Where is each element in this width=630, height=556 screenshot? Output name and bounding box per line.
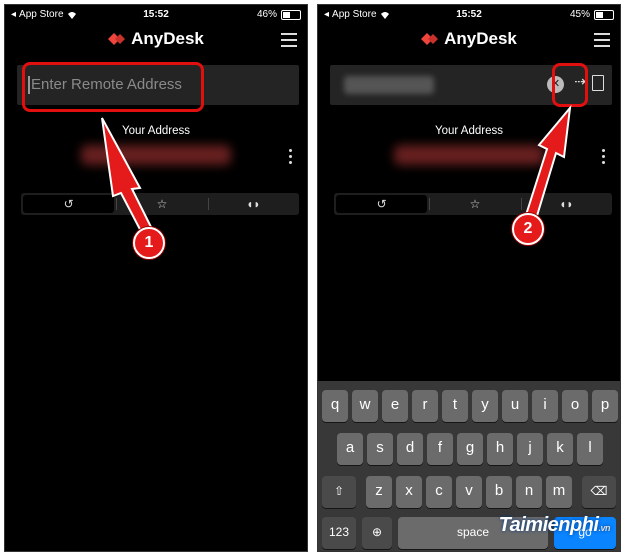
- key-h[interactable]: h: [487, 433, 513, 465]
- arrow-annotation-1: [101, 117, 157, 241]
- key-f[interactable]: f: [427, 433, 453, 465]
- numbers-key[interactable]: 123: [322, 517, 356, 549]
- shift-key[interactable]: ⇧: [322, 476, 356, 508]
- key-b[interactable]: b: [486, 476, 512, 508]
- backspace-key[interactable]: ⌫: [582, 476, 616, 508]
- key-r[interactable]: r: [412, 390, 438, 422]
- key-s[interactable]: s: [367, 433, 393, 465]
- keyboard-row-3: ⇧ ⌫ zxcvbnm: [318, 476, 620, 508]
- key-j[interactable]: j: [517, 433, 543, 465]
- key-q[interactable]: q: [322, 390, 348, 422]
- key-x[interactable]: x: [396, 476, 422, 508]
- key-l[interactable]: l: [577, 433, 603, 465]
- key-o[interactable]: o: [562, 390, 588, 422]
- key-u[interactable]: u: [502, 390, 528, 422]
- key-a[interactable]: a: [337, 433, 363, 465]
- key-i[interactable]: i: [532, 390, 558, 422]
- key-k[interactable]: k: [547, 433, 573, 465]
- key-e[interactable]: e: [382, 390, 408, 422]
- key-z[interactable]: z: [366, 476, 392, 508]
- step-badge-2: 2: [512, 213, 544, 245]
- key-g[interactable]: g: [457, 433, 483, 465]
- right-phone-screen: ◂ App Store 15:52 45% AnyDesk ✕ ⇢ Your A…: [317, 4, 621, 552]
- key-d[interactable]: d: [397, 433, 423, 465]
- step-badge-1: 1: [133, 227, 165, 259]
- keyboard-row-1: qwertyuiop: [318, 390, 620, 422]
- key-m[interactable]: m: [546, 476, 572, 508]
- key-t[interactable]: t: [442, 390, 468, 422]
- key-c[interactable]: c: [426, 476, 452, 508]
- key-w[interactable]: w: [352, 390, 378, 422]
- key-n[interactable]: n: [516, 476, 542, 508]
- left-phone-screen: ◂ App Store 15:52 46% AnyDesk Enter Remo…: [4, 4, 308, 552]
- watermark: Taimienphi.vn: [498, 514, 611, 536]
- globe-key[interactable]: ⊕: [362, 517, 392, 549]
- key-y[interactable]: y: [472, 390, 498, 422]
- keyboard-row-2: asdfghjkl: [318, 433, 620, 465]
- key-v[interactable]: v: [456, 476, 482, 508]
- key-p[interactable]: p: [592, 390, 618, 422]
